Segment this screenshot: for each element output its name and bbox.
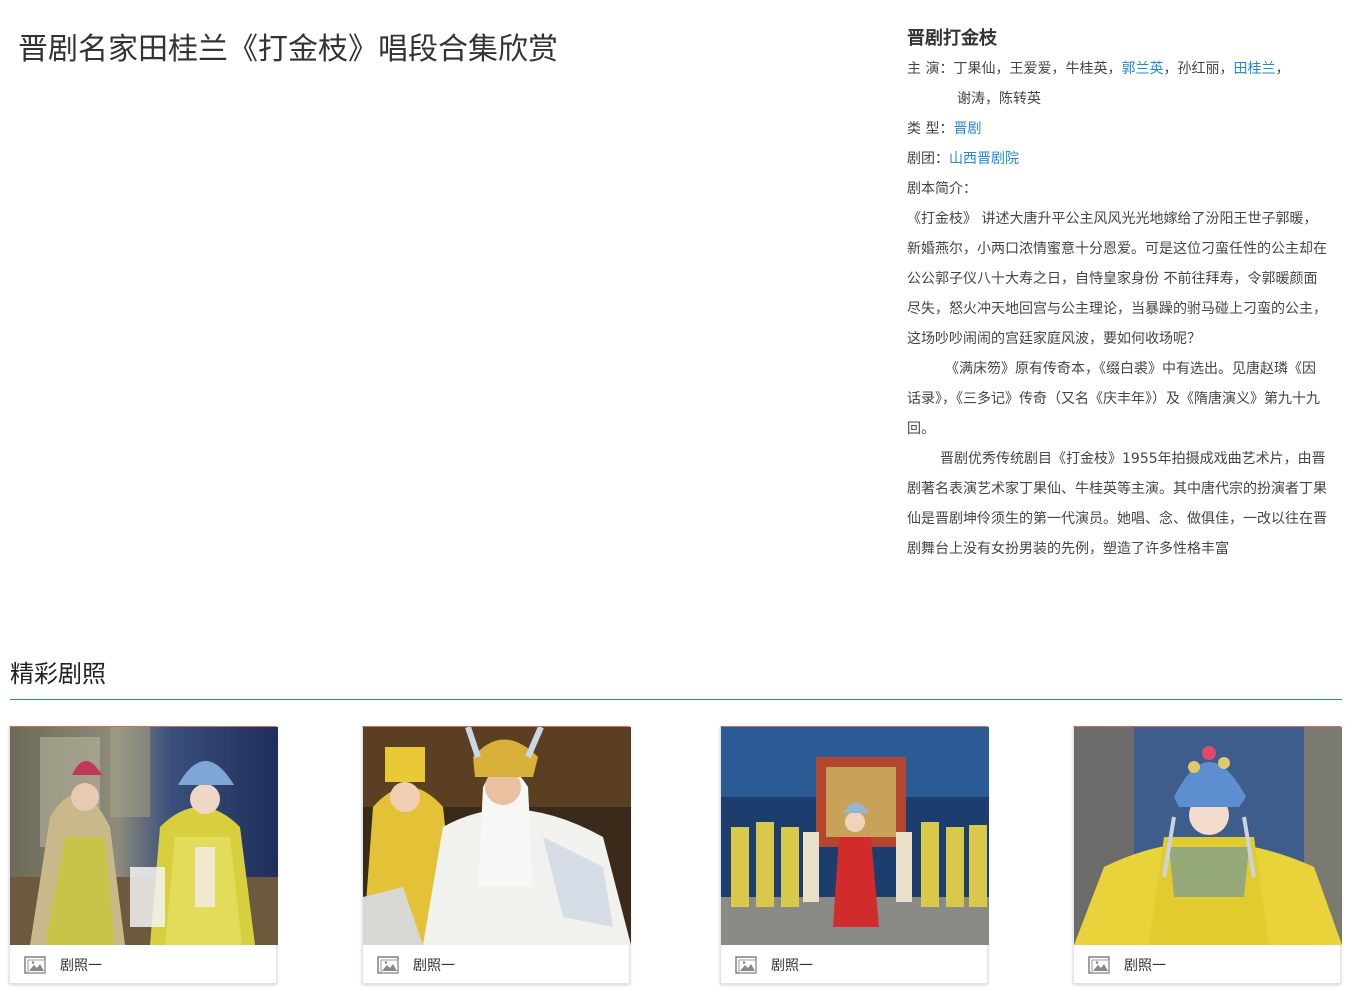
cast-member: 丁果仙	[953, 61, 996, 77]
photo-caption-text: 剧照一	[413, 958, 455, 974]
cast-row: 主 演： 丁果仙，王爱爱，牛桂英，郭兰英，孙红丽，田桂兰，	[907, 54, 1327, 84]
synopsis-paragraph: 《打金枝》 讲述大唐升平公主风风光光地嫁给了汾阳王世子郭暖，新婚燕尔，小两口浓情…	[907, 211, 1327, 347]
stage-photo[interactable]	[721, 727, 989, 945]
photo-gallery: 剧照一 剧照一 剧照一 剧照一	[0, 726, 1350, 988]
cast-member: 陈转英	[999, 91, 1041, 107]
photo-caption[interactable]: 剧照一	[363, 945, 629, 985]
troupe-label: 剧团：	[907, 151, 949, 167]
photo-card[interactable]: 剧照一	[362, 726, 631, 985]
page-title: 晋剧名家田桂兰《打金枝》唱段合集欣赏	[18, 32, 558, 67]
cast-member-link[interactable]: 郭兰英	[1121, 61, 1163, 77]
stage-photo[interactable]	[10, 727, 278, 945]
photo-caption[interactable]: 剧照一	[721, 945, 987, 985]
photo-caption-text: 剧照一	[60, 958, 102, 974]
cast-member: 谢涛	[957, 91, 985, 107]
image-icon	[735, 956, 757, 974]
cast-member: 孙红丽	[1177, 61, 1220, 77]
synopsis-label: 剧本简介：	[907, 181, 977, 197]
stage-photo[interactable]	[1074, 727, 1342, 945]
synopsis-paragraph: 晋剧优秀传统剧目《打金枝》1955年拍摄成戏曲艺术片，由晋剧著名表演艺术家丁果仙…	[907, 451, 1327, 557]
cast-member: 牛桂英	[1065, 61, 1108, 77]
troupe-row: 剧团：山西晋剧院	[907, 144, 1327, 174]
synopsis: 《打金枝》 讲述大唐升平公主风风光光地嫁给了汾阳王世子郭暖，新婚燕尔，小两口浓情…	[907, 204, 1327, 564]
cast-row-continued: 谢涛，陈转英	[957, 91, 1041, 107]
genre-label: 类 型：	[907, 121, 954, 137]
cast-member: 王爱爱	[1009, 61, 1052, 77]
synopsis-paragraph: 《满床笏》原有传奇本，《缀白裘》中有选出。见唐赵璘《因话录》，《三多记》传奇（又…	[907, 361, 1320, 437]
troupe-link[interactable]: 山西晋剧院	[949, 151, 1019, 167]
page: 晋剧名家田桂兰《打金枝》唱段合集欣赏 晋剧打金枝 主 演： 丁果仙，王爱爱，牛桂…	[0, 0, 1350, 999]
image-icon	[1088, 956, 1110, 974]
cast-list: 丁果仙，王爱爱，牛桂英，郭兰英，孙红丽，田桂兰，	[953, 61, 1290, 77]
photo-card[interactable]: 剧照一	[720, 726, 989, 985]
play-name: 晋剧打金枝	[907, 28, 997, 49]
photo-caption-text: 剧照一	[1124, 958, 1166, 974]
genre-link[interactable]: 晋剧	[953, 121, 981, 137]
cast-label: 主 演：	[907, 61, 954, 77]
photo-caption[interactable]: 剧照一	[1074, 945, 1340, 985]
gallery-divider	[10, 699, 1342, 700]
cast-member-link[interactable]: 田桂兰	[1233, 61, 1275, 77]
stage-photo[interactable]	[363, 727, 631, 945]
photo-card[interactable]: 剧照一	[9, 726, 278, 985]
image-icon	[377, 956, 399, 974]
photo-caption[interactable]: 剧照一	[10, 945, 276, 985]
genre-row: 类 型：晋剧	[907, 114, 1327, 144]
photo-caption-text: 剧照一	[771, 958, 813, 974]
gallery-title: 精彩剧照	[10, 660, 106, 688]
image-icon	[24, 956, 46, 974]
play-info-panel: 晋剧打金枝 主 演： 丁果仙，王爱爱，牛桂英，郭兰英，孙红丽，田桂兰， 谢涛，陈…	[907, 24, 1327, 564]
photo-card[interactable]: 剧照一	[1073, 726, 1342, 985]
